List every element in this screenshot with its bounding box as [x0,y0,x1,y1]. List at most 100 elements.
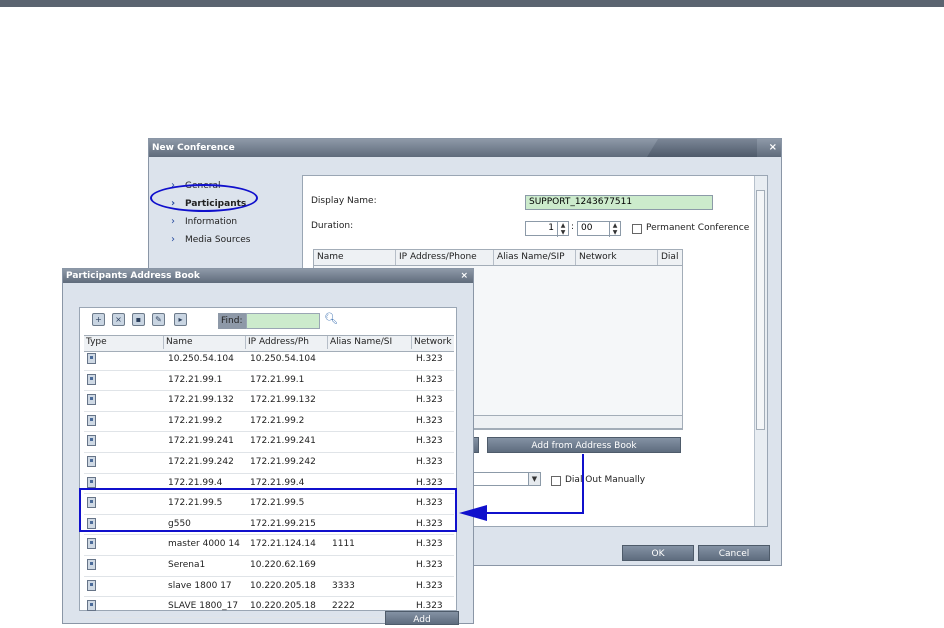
spinner-arrows-icon[interactable]: ▲ ▼ [557,222,568,237]
endpoint-device-icon [87,579,96,591]
endpoint-device-icon [87,538,96,550]
cell-ip: 10.220.205.18 [250,601,316,612]
new-conference-close-icon[interactable]: × [769,139,777,157]
annotation-arrow-head [459,505,487,521]
chevron-right-icon: › [171,216,175,227]
nav-item-information[interactable]: › Information [169,213,251,231]
table-row[interactable]: master 4000 14 172.21.124.14 1111 H.323 [84,535,454,556]
cell-ip: 10.220.205.18 [250,580,316,591]
table-row[interactable]: 172.21.99.1 172.21.99.1 H.323 [84,371,454,392]
add-participant-icon[interactable]: + [92,313,105,326]
nav-item-media-sources[interactable]: › Media Sources [169,231,251,249]
table-row[interactable]: 172.21.99.242 172.21.99.242 H.323 [84,453,454,474]
annotation-ellipse [150,184,258,212]
top-divider-bar [0,0,944,7]
endpoint-device-icon [87,353,96,364]
table-row[interactable]: 172.21.99.2 172.21.99.2 H.323 [84,412,454,433]
endpoint-device-icon [87,558,96,570]
cell-name: 10.250.54.104 [168,354,234,364]
cancel-button[interactable]: Cancel [698,545,770,561]
cell-name: 172.21.99.241 [168,436,234,447]
duration-hours-value: 1 [548,223,554,233]
address-book-close-icon[interactable]: × [460,269,468,283]
cell-name: master 4000 14 [168,539,240,550]
new-conference-title: New Conference [152,143,235,153]
endpoint-device-icon [87,476,96,488]
search-icon[interactable]: 🔍︎ [324,312,338,325]
column-header-network[interactable]: Network [412,336,454,349]
duration-hours-input[interactable]: 1 ▲ ▼ [525,221,569,237]
find-input[interactable] [246,313,320,329]
annotation-arrow-shaft [485,512,584,514]
table-row[interactable]: slave 1800 17 10.220.205.18 3333 H.323 [84,577,454,598]
cell-network: H.323 [416,580,443,591]
add-group-icon[interactable]: ▪ [132,313,145,326]
cell-name: 172.21.99.1 [168,374,223,385]
cell-network: H.323 [416,559,443,570]
column-header-name[interactable]: Name [164,336,246,349]
endpoint-device-icon [87,455,96,467]
duration-minutes-value: 00 [581,223,593,233]
find-label: Find: [218,313,246,329]
scrollbar-thumb[interactable] [756,190,765,430]
ok-button[interactable]: OK [622,545,694,561]
cell-network: H.323 [416,456,443,467]
address-book-title: Participants Address Book [66,271,200,281]
dial-out-manually-checkbox[interactable] [551,476,561,486]
column-header-name[interactable]: Name [314,250,396,265]
nav-item-label: Media Sources [185,235,251,245]
new-conference-title-bar: New Conference × [149,139,781,157]
permanent-conference-checkbox[interactable] [632,224,642,234]
nav-item-label: Information [185,217,238,227]
column-header-network[interactable]: Network [576,250,658,265]
column-header-ip[interactable]: IP Address/Ph [246,336,328,349]
edit-participant-icon[interactable]: ✎ [152,313,165,326]
cell-ip: 172.21.99.132 [250,395,316,406]
column-header-dial[interactable]: Dial [658,250,684,265]
cell-network: H.323 [416,395,443,406]
duration-minutes-input[interactable]: 00 ▲ ▼ [577,221,621,237]
dial-out-manually-label: Dial Out Manually [565,475,646,485]
chevron-down-icon[interactable]: ▼ [528,473,540,485]
vertical-scrollbar[interactable] [754,176,767,526]
cell-alias: 1111 [332,539,355,550]
duration-label: Duration: [311,221,354,231]
add-button[interactable]: Add [385,611,459,625]
column-header-alias[interactable]: Alias Name/SIP [494,250,576,265]
spinner-arrows-icon[interactable]: ▲ ▼ [609,222,620,237]
column-header-alias[interactable]: Alias Name/SI [328,336,412,349]
delete-participant-icon[interactable]: × [112,313,125,326]
dial-out-select[interactable]: ▼ [473,472,541,486]
address-book-panel: + × ▪ ✎ ▸ Find: 🔍︎ Type Name IP Address/… [79,307,457,618]
cell-ip: 172.21.99.242 [250,456,316,467]
display-name-label: Display Name: [311,196,377,206]
table-row[interactable]: 172.21.99.132 172.21.99.132 H.323 [84,391,454,412]
cell-network: H.323 [416,415,443,426]
cell-ip: 10.250.54.104 [250,354,316,364]
annotation-arrow-shaft [582,454,584,514]
cell-name: 172.21.99.2 [168,415,223,426]
display-name-input[interactable]: SUPPORT_1243677511 [525,195,713,210]
add-from-address-book-button[interactable]: Add from Address Book [487,437,681,453]
endpoint-device-icon [87,435,96,447]
import-icon[interactable]: ▸ [174,313,187,326]
chevron-right-icon: › [171,234,175,245]
cell-ip: 10.220.62.169 [250,559,316,570]
cell-name: 172.21.99.132 [168,395,234,406]
endpoint-device-icon [87,373,96,385]
table-row[interactable]: 172.21.99.241 172.21.99.241 H.323 [84,432,454,453]
cell-ip: 172.21.99.1 [250,374,305,385]
table-row[interactable]: 10.250.54.104 10.250.54.104 H.323 [84,350,454,371]
column-header-ip[interactable]: IP Address/Phone [396,250,494,265]
address-book-window: Participants Address Book × + × ▪ ✎ ▸ Fi… [62,268,474,625]
cell-network: H.323 [416,354,443,364]
endpoint-device-icon [87,414,96,426]
title-bar-tab-decoration [647,139,757,157]
column-header-type[interactable]: Type [84,336,164,349]
cell-name: SLAVE 1800_17 [168,601,239,612]
address-book-rows: 10.250.54.104 10.250.54.104 H.323 172.21.99… [84,350,454,618]
address-book-title-bar: Participants Address Book × [63,269,473,283]
endpoint-device-icon [87,600,96,612]
annotation-highlight-box [79,488,457,532]
table-row[interactable]: Serena1 10.220.62.169 H.323 [84,556,454,577]
